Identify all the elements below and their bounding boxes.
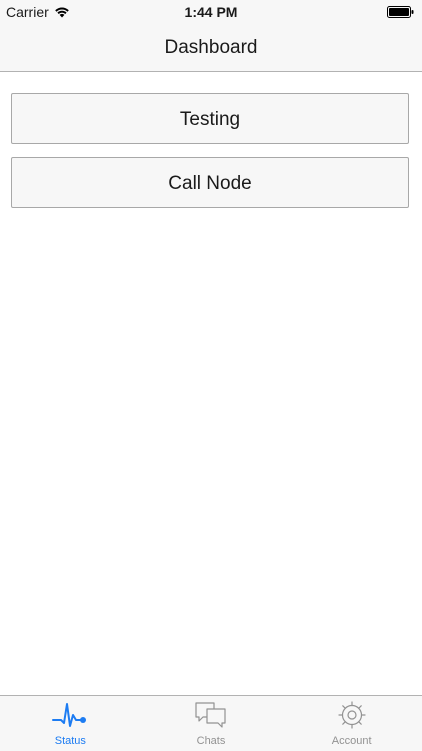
status-bar: Carrier 1:44 PM: [0, 0, 422, 24]
tab-account-label: Account: [331, 735, 372, 747]
gear-icon: [338, 701, 366, 729]
navigation-bar: Dashboard: [0, 24, 422, 72]
page-title: Dashboard: [164, 37, 258, 58]
call-node-button[interactable]: Call Node: [11, 157, 409, 208]
testing-button[interactable]: Testing: [11, 93, 409, 144]
pulse-icon: [52, 703, 87, 727]
tab-bar: Status Chats Account: [0, 695, 422, 751]
status-time: 1:44 PM: [184, 4, 238, 20]
battery-icon: [387, 6, 414, 18]
tab-status-label: Status: [54, 735, 86, 747]
chat-bubbles-icon: [195, 702, 226, 728]
tab-chats[interactable]: Chats: [141, 696, 282, 751]
tab-status[interactable]: Status: [0, 696, 141, 751]
tab-chats-label: Chats: [196, 735, 226, 747]
tab-account[interactable]: Account: [281, 696, 422, 751]
